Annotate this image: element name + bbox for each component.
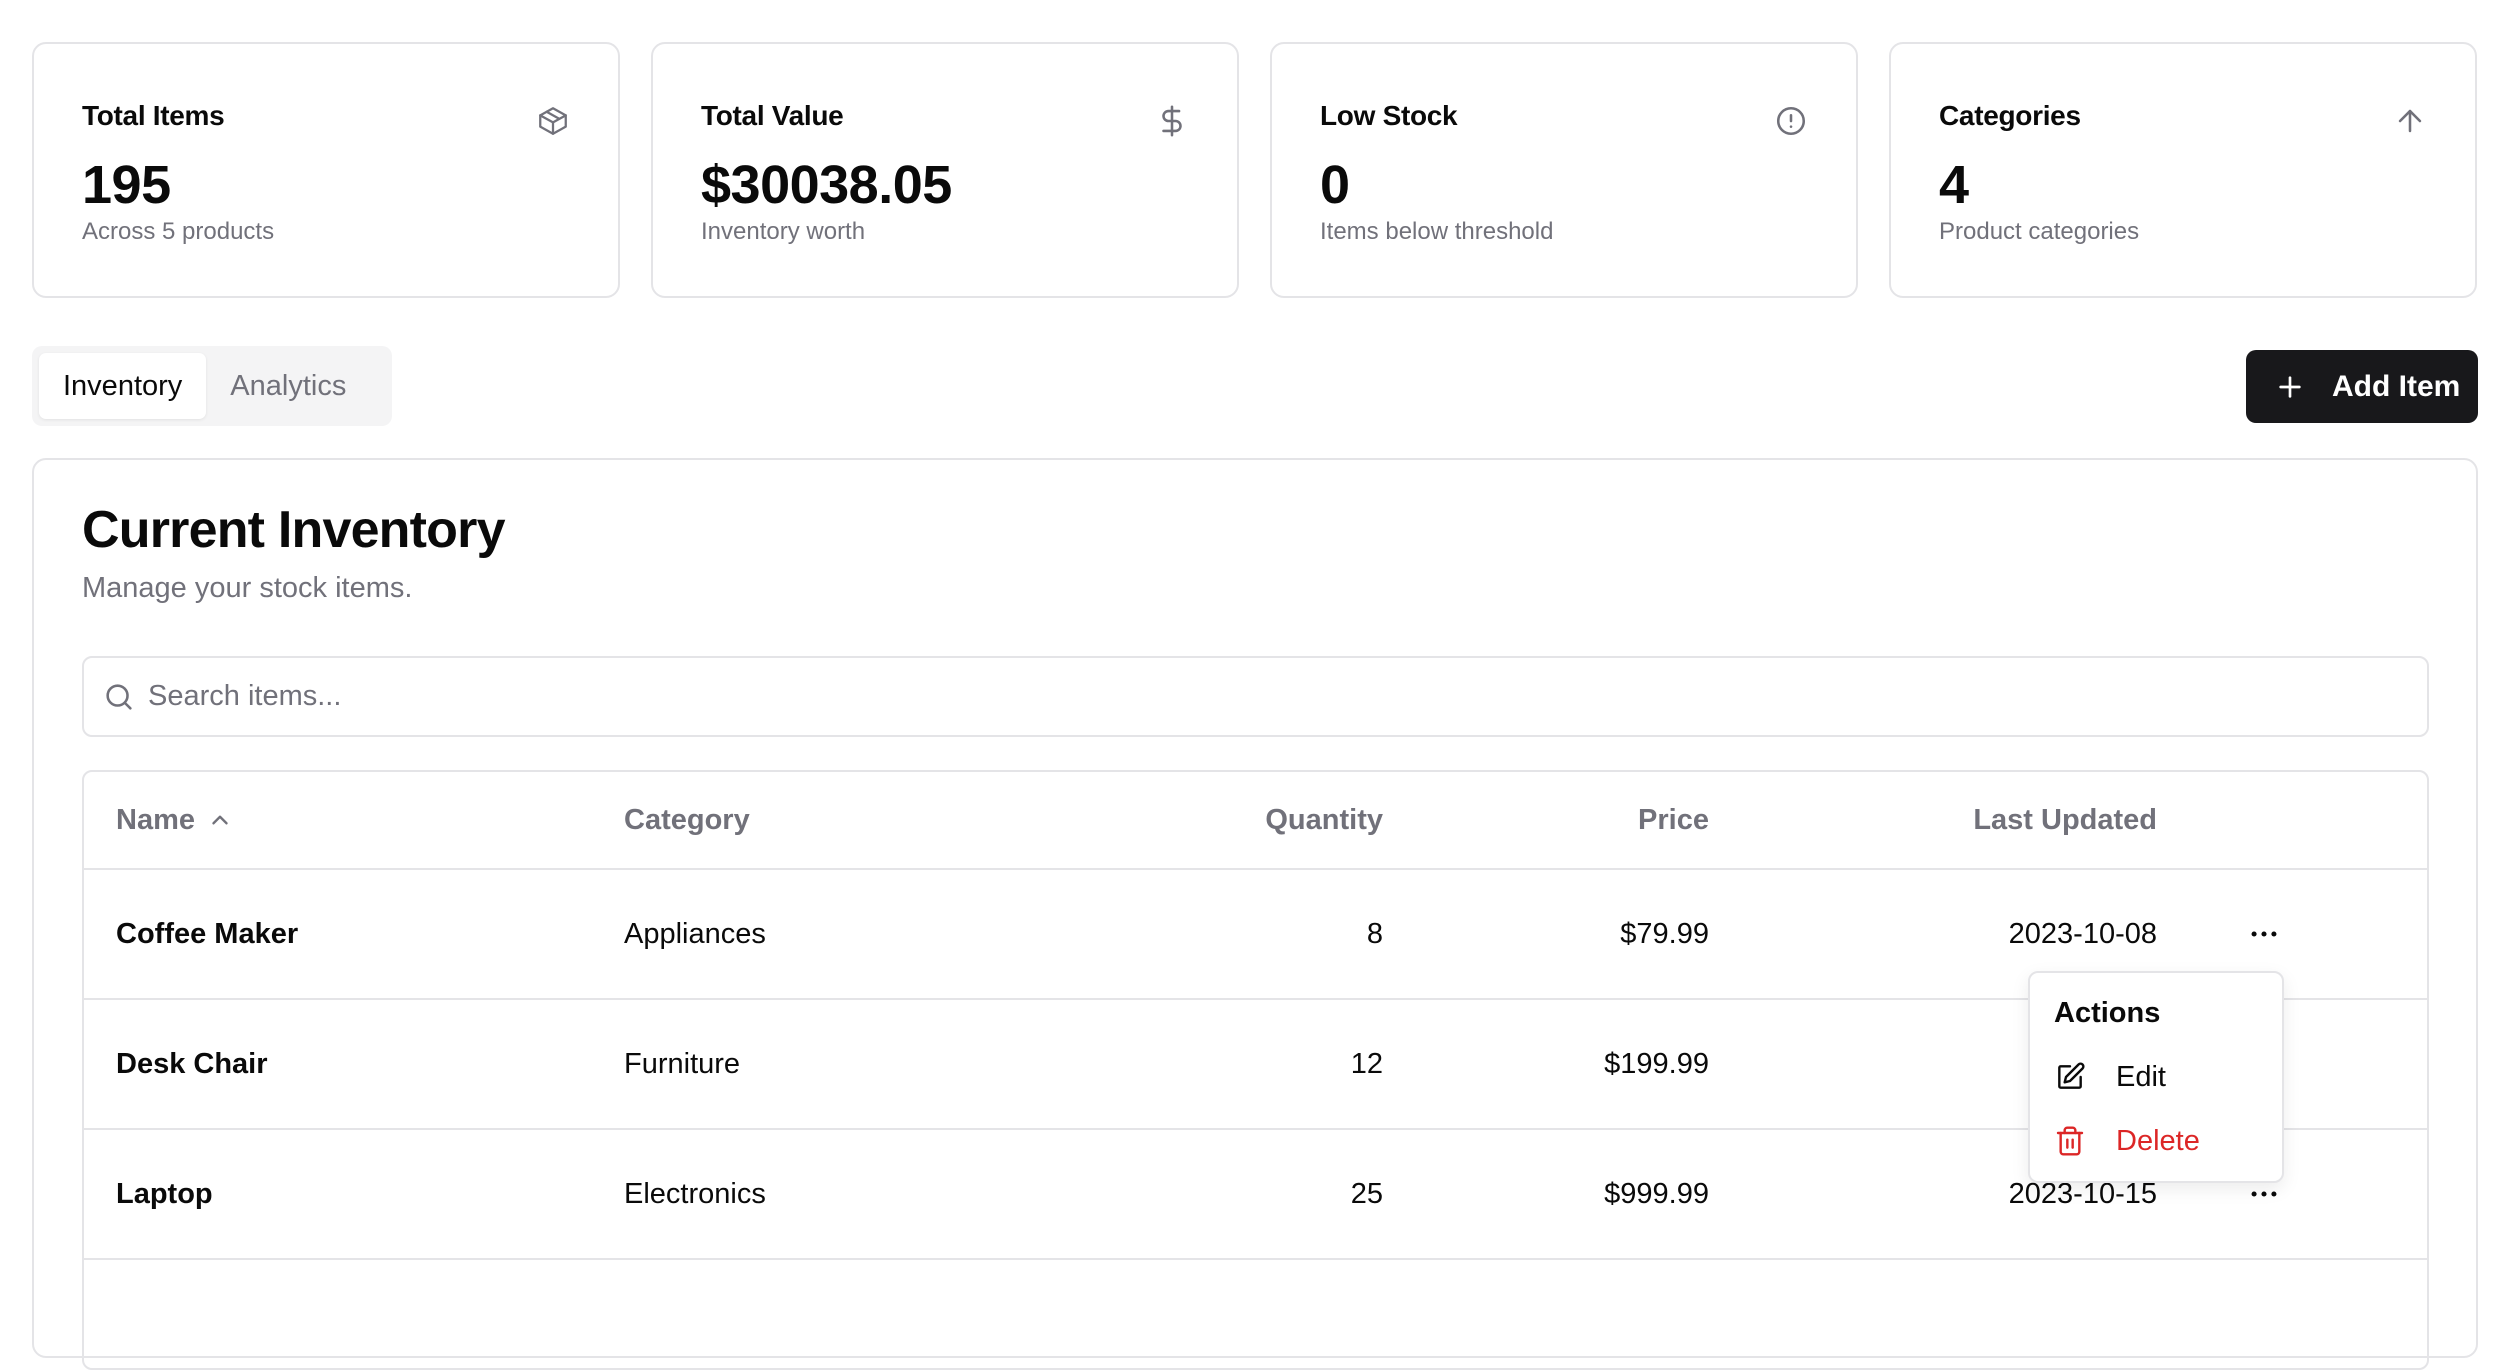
stat-card-low-stock: Low Stock 0 Items below threshold — [1270, 42, 1858, 298]
stat-subtitle: Across 5 products — [82, 218, 275, 245]
cell-price: $199.99 — [1604, 1047, 1709, 1080]
cell-quantity: 12 — [1350, 1047, 1383, 1080]
stat-value: 0 — [1320, 155, 1350, 215]
stat-card-total-value: Total Value $30038.05 Inventory worth — [651, 42, 1239, 298]
stat-card-total-items: Total Items 195 Across 5 products — [32, 42, 620, 298]
search-input[interactable] — [146, 679, 2427, 714]
stat-subtitle: Inventory worth — [701, 218, 866, 245]
stat-value: $30038.05 — [701, 155, 952, 215]
cell-category: Appliances — [624, 917, 766, 950]
cell-quantity: 25 — [1350, 1177, 1383, 1210]
card-description: Manage your stock items. — [82, 572, 413, 604]
package-icon — [536, 104, 570, 138]
dollar-icon — [1155, 104, 1189, 138]
add-item-button[interactable]: Add Item — [2246, 350, 2478, 423]
trash-icon — [2056, 1126, 2084, 1156]
column-header-price[interactable]: Price — [1638, 772, 1709, 868]
add-item-label: Add Item — [2332, 369, 2461, 403]
cell-category: Electronics — [624, 1177, 766, 1210]
stat-title: Categories — [1939, 100, 2081, 131]
more-horizontal-icon — [2251, 931, 2277, 937]
stat-card-categories: Categories 4 Product categories — [1889, 42, 2477, 298]
cell-name: Coffee Maker — [116, 917, 299, 950]
chevron-up-icon — [212, 815, 228, 825]
cell-name: Desk Chair — [116, 1047, 268, 1080]
column-header-label: Name — [116, 803, 195, 836]
inventory-card: Current Inventory Manage your stock item… — [32, 458, 2478, 1370]
stat-subtitle: Items below threshold — [1320, 218, 1554, 245]
tab-analytics[interactable]: Analytics — [206, 353, 370, 419]
tab-list: Inventory Analytics — [32, 346, 392, 426]
tab-inventory[interactable]: Inventory — [39, 353, 207, 419]
menu-item-edit[interactable]: Edit — [2038, 1047, 2274, 1107]
stat-value: 4 — [1939, 155, 1969, 215]
stat-title: Total Value — [701, 100, 844, 131]
cell-category: Furniture — [624, 1047, 741, 1080]
plus-icon — [2279, 375, 2301, 398]
search-box — [82, 656, 2429, 737]
stats-grid: Total Items 195 Across 5 products Total … — [32, 42, 2478, 298]
stat-value: 195 — [82, 155, 171, 215]
menu-item-label: Delete — [2116, 1124, 2200, 1157]
table-header-row: Name Category Quantity Price Last Update… — [84, 772, 2427, 870]
stat-subtitle: Product categories — [1939, 218, 2140, 245]
column-header-category[interactable]: Category — [624, 772, 750, 868]
menu-label: Actions — [2054, 997, 2161, 1029]
cell-price: $79.99 — [1620, 917, 1709, 950]
menu-item-delete[interactable]: Delete — [2038, 1111, 2274, 1171]
search-icon — [106, 683, 132, 710]
stat-title: Low Stock — [1320, 100, 1458, 131]
column-header-last-updated[interactable]: Last Updated — [1973, 772, 2157, 868]
actions-menu: Actions Edit Delete — [2028, 971, 2284, 1183]
arrow-up-icon — [2393, 104, 2427, 138]
menu-item-label: Edit — [2116, 1060, 2166, 1093]
alert-circle-icon — [1774, 104, 1808, 138]
column-header-name[interactable]: Name — [116, 772, 233, 868]
cell-price: $999.99 — [1604, 1177, 1709, 1210]
column-header-quantity[interactable]: Quantity — [1265, 772, 1383, 868]
card-title: Current Inventory — [82, 501, 505, 559]
edit-icon — [2058, 1062, 2085, 1089]
stat-title: Total Items — [82, 100, 225, 131]
cell-quantity: 8 — [1366, 917, 1383, 950]
cell-name: Laptop — [116, 1177, 213, 1210]
